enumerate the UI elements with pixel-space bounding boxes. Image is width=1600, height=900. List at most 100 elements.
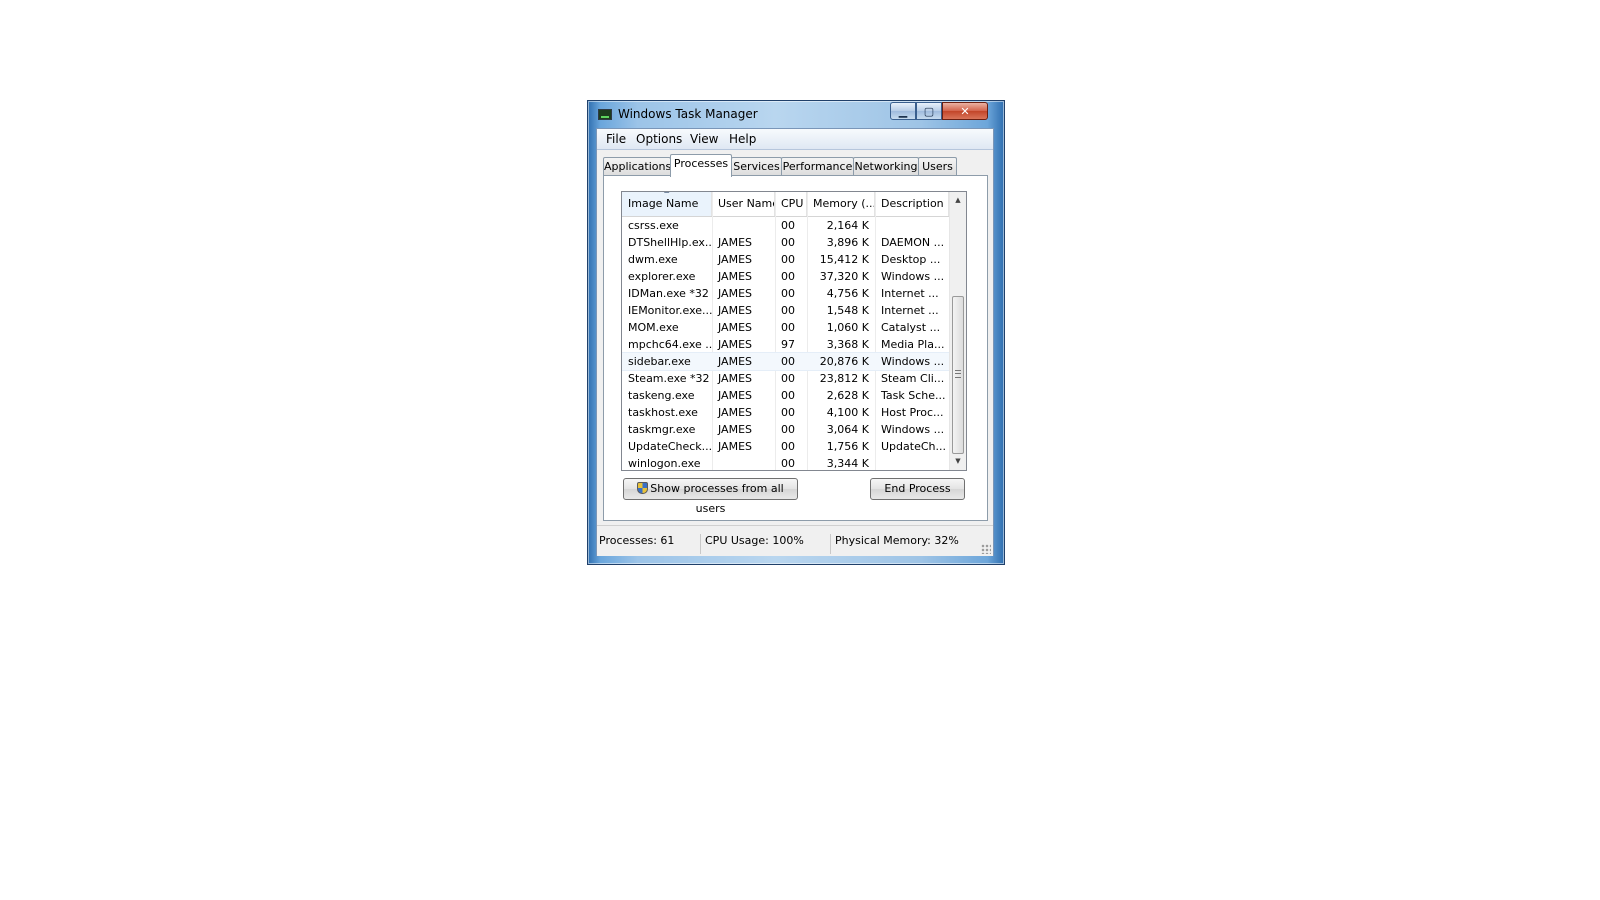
close-button[interactable]: ✕ (942, 102, 988, 120)
minimize-icon: ▁ (898, 104, 908, 118)
cell-cpu: 00 (781, 389, 795, 402)
cell-memory: 3,896 K (826, 236, 869, 249)
cell-user-name (712, 455, 775, 470)
show-all-processes-label: Show processes from all users (650, 482, 784, 515)
cell-cpu: 00 (781, 457, 795, 470)
tab-services[interactable]: Services (731, 157, 782, 176)
table-row[interactable]: sidebar.exe JAMES 00 20,876 K Windows ... (622, 352, 950, 371)
menu-options[interactable]: Options (636, 132, 682, 146)
sort-ascending-icon: ▲ (664, 192, 669, 196)
cell-cpu: 00 (781, 270, 795, 283)
column-user-name[interactable]: User Name (712, 192, 775, 216)
table-row[interactable]: dwm.exe JAMES 00 15,412 K Desktop ... (622, 251, 949, 268)
table-row[interactable]: mpchc64.exe ... JAMES 97 3,368 K Media Pla..… (622, 336, 949, 353)
cell-description: Windows ... (881, 423, 945, 436)
cell-user-name: JAMES (718, 287, 752, 300)
table-row[interactable]: DTShellHlp.ex... JAMES 00 3,896 K DAEMON ... (622, 234, 949, 251)
column-cpu[interactable]: CPU (775, 192, 807, 216)
cell-image-name: sidebar.exe (628, 355, 691, 368)
cell-description: Catalyst ... (881, 321, 941, 334)
cell-user-name: JAMES (718, 423, 752, 436)
cell-memory: 2,628 K (826, 389, 869, 402)
cell-memory: 3,064 K (826, 423, 869, 436)
cell-cpu: 00 (781, 236, 795, 249)
cell-memory: 20,876 K (819, 355, 869, 368)
cell-cpu: 00 (781, 423, 795, 436)
scroll-down-arrow-icon[interactable]: ▼ (950, 453, 966, 470)
table-row[interactable]: UpdateCheck... JAMES 00 1,756 K UpdateCh... (622, 438, 949, 455)
end-process-button[interactable]: End Process (870, 478, 965, 500)
uac-shield-icon (637, 482, 649, 494)
table-row[interactable]: taskmgr.exe JAMES 00 3,064 K Windows ... (622, 421, 949, 438)
close-icon: ✕ (960, 104, 970, 118)
cell-image-name: taskeng.exe (628, 389, 695, 402)
maximize-button[interactable]: ▢ (916, 102, 942, 120)
cell-image-name: csrss.exe (628, 219, 679, 232)
cell-memory: 1,548 K (826, 304, 869, 317)
title-bar[interactable]: Windows Task Manager ▁ ▢ ✕ (588, 101, 1004, 127)
cell-image-name: taskhost.exe (628, 406, 698, 419)
status-bar: Processes: 61 CPU Usage: 100% Physical M… (597, 525, 993, 556)
cell-user-name: JAMES (718, 253, 752, 266)
cell-user-name: JAMES (718, 406, 752, 419)
menu-view[interactable]: View (690, 132, 718, 146)
vertical-scrollbar[interactable]: ▲ ▼ (949, 192, 966, 470)
table-row[interactable]: MOM.exe JAMES 00 1,060 K Catalyst ... (622, 319, 949, 336)
cell-user-name: JAMES (718, 440, 752, 453)
cell-cpu: 00 (781, 440, 795, 453)
table-row[interactable]: IDMan.exe *32 JAMES 00 4,756 K Internet ... (622, 285, 949, 302)
tab-processes[interactable]: Processes (670, 154, 732, 177)
table-row[interactable]: IEMonitor.exe... JAMES 00 1,548 K Internet .… (622, 302, 949, 319)
cell-memory: 4,756 K (826, 287, 869, 300)
cell-description: Steam Cli... (881, 372, 945, 385)
cell-cpu: 00 (781, 287, 795, 300)
table-row[interactable]: Steam.exe *32 JAMES 00 23,812 K Steam Cli... (622, 370, 949, 387)
process-list[interactable]: ▲ Image Name User Name CPU Memory (... D… (621, 191, 967, 471)
processes-panel: ▲ Image Name User Name CPU Memory (... D… (603, 175, 988, 521)
cell-user-name: JAMES (718, 338, 752, 351)
menu-help[interactable]: Help (729, 132, 756, 146)
maximize-icon: ▢ (923, 104, 935, 118)
cell-user-name: JAMES (718, 389, 752, 402)
tab-applications[interactable]: Applications (603, 157, 671, 176)
tab-networking[interactable]: Networking (853, 157, 919, 176)
table-row[interactable]: explorer.exe JAMES 00 37,320 K Windows ... (622, 268, 949, 285)
cell-memory: 37,320 K (819, 270, 869, 283)
cell-image-name: UpdateCheck... (628, 440, 712, 453)
scrollbar-thumb[interactable] (952, 296, 964, 454)
tab-users[interactable]: Users (918, 157, 957, 176)
cell-image-name: dwm.exe (628, 253, 678, 266)
column-image-name[interactable]: ▲ Image Name (622, 192, 712, 216)
show-all-processes-button[interactable]: Show processes from all users (623, 478, 798, 515)
client-area: File Options View Help Applications Proc… (596, 128, 994, 556)
tab-performance[interactable]: Performance (781, 157, 854, 176)
menu-file[interactable]: File (606, 132, 626, 146)
cell-image-name: explorer.exe (628, 270, 696, 283)
scrollbar-grip-icon (955, 370, 961, 378)
resize-grip-icon[interactable] (981, 544, 991, 554)
column-description[interactable]: Description (875, 192, 949, 216)
task-manager-window: Windows Task Manager ▁ ▢ ✕ File Options … (587, 100, 1005, 565)
cell-description: Internet ... (881, 287, 939, 300)
window-title: Windows Task Manager (618, 107, 758, 121)
cell-cpu: 00 (781, 219, 795, 232)
menu-bar: File Options View Help (597, 129, 993, 150)
cell-cpu: 00 (781, 253, 795, 266)
cell-user-name: JAMES (718, 372, 752, 385)
cell-description: Task Sche... (881, 389, 946, 402)
cell-cpu: 97 (781, 338, 795, 351)
cell-cpu: 00 (781, 321, 795, 334)
cell-description: Windows ... (881, 355, 945, 368)
column-memory[interactable]: Memory (... (807, 192, 875, 216)
column-header-row: ▲ Image Name User Name CPU Memory (... D… (622, 192, 949, 217)
minimize-button[interactable]: ▁ (890, 102, 916, 120)
scroll-up-arrow-icon[interactable]: ▲ (950, 192, 966, 209)
column-image-name-label: Image Name (628, 197, 699, 210)
table-row[interactable]: winlogon.exe 00 3,344 K (622, 455, 949, 470)
table-row[interactable]: taskeng.exe JAMES 00 2,628 K Task Sche... (622, 387, 949, 404)
task-manager-icon (598, 109, 612, 120)
cell-cpu: 00 (781, 372, 795, 385)
table-row[interactable]: csrss.exe 00 2,164 K (622, 217, 949, 234)
cell-description: DAEMON ... (881, 236, 945, 249)
table-row[interactable]: taskhost.exe JAMES 00 4,100 K Host Proc... (622, 404, 949, 421)
